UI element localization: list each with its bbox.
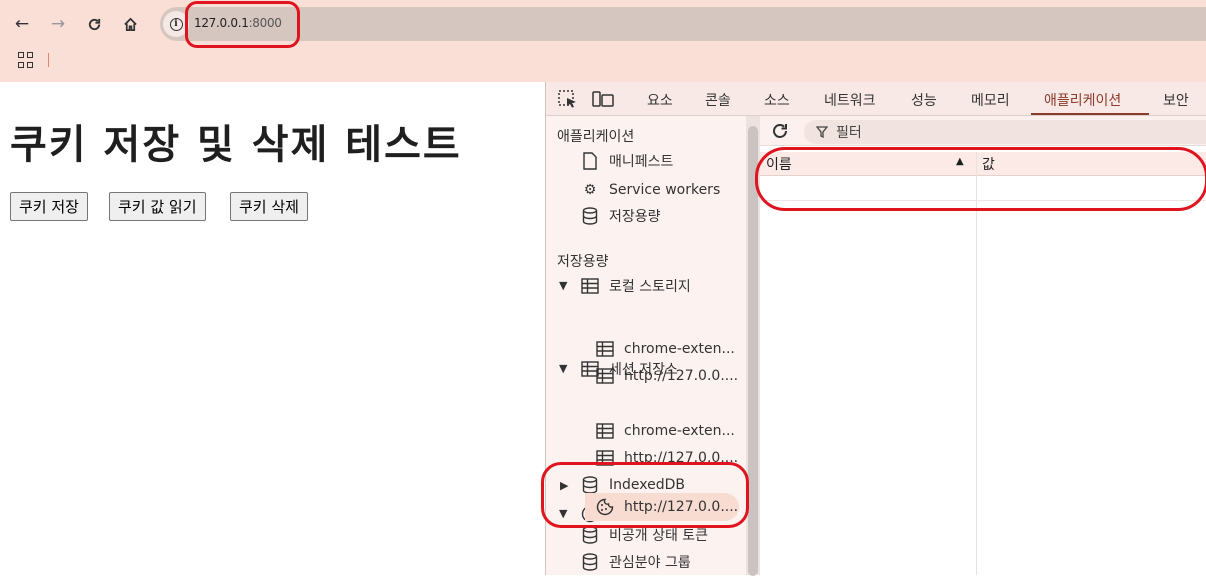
sidebar-item-local-storage[interactable]: 로컬 스토리지 <box>580 273 691 299</box>
sidebar-item-label: http://127.0.0.... <box>624 450 739 466</box>
database-icon <box>580 525 600 545</box>
sidebar-item-label: 저장용량 <box>609 209 661 225</box>
forward-arrow-icon[interactable]: → <box>46 12 70 36</box>
url-host: 127.0.0.1 <box>194 16 249 30</box>
section-header-application: 애플리케이션 <box>557 129 635 145</box>
bookmark-separator <box>48 53 49 67</box>
database-icon <box>580 206 600 226</box>
sidebar-item-storage[interactable]: 저장용량 <box>580 203 661 229</box>
column-divider[interactable] <box>976 152 977 575</box>
active-tab-indicator <box>1031 113 1149 115</box>
cookie-grid-header: 이름 ▲ 값 <box>760 152 1206 176</box>
home-icon[interactable] <box>118 12 142 36</box>
tab-network[interactable]: 네트워크 <box>824 90 876 110</box>
back-arrow-icon[interactable]: ← <box>10 12 34 36</box>
sidebar-item-label: 매니페스트 <box>609 154 674 170</box>
tab-application[interactable]: 애플리케이션 <box>1044 90 1121 110</box>
refresh-icon[interactable] <box>770 121 790 145</box>
sidebar-scrollbar[interactable] <box>746 116 760 576</box>
sidebar-item-session-chrome-ext[interactable]: chrome-exten... <box>595 418 735 444</box>
reload-icon[interactable] <box>82 12 106 36</box>
sidebar-item-label: chrome-exten... <box>624 341 735 357</box>
filter-input[interactable]: 필터 <box>804 120 1206 144</box>
delete-cookie-button[interactable]: 쿠키 삭제 <box>230 192 308 221</box>
address-bar[interactable] <box>160 7 1206 41</box>
page-title: 쿠키 저장 및 삭제 테스트 <box>10 122 462 168</box>
tab-sources[interactable]: 소스 <box>764 90 790 110</box>
sidebar-item-label: 비공개 상태 토큰 <box>609 528 709 544</box>
tab-security[interactable]: 보안 <box>1163 90 1189 110</box>
sidebar-item-session-localhost[interactable]: http://127.0.0.... <box>595 445 738 471</box>
tab-console[interactable]: 콘솔 <box>705 90 731 110</box>
tab-performance[interactable]: 성능 <box>911 90 937 110</box>
sidebar-item-private-state-tokens[interactable]: 비공개 상태 토큰 <box>580 522 708 548</box>
expand-arrow-icon[interactable]: ▼ <box>559 507 567 520</box>
sidebar-item-interest-groups[interactable]: 관심분야 그룹 <box>580 549 691 575</box>
table-icon <box>580 276 600 296</box>
gears-icon: ⚙ <box>583 182 597 198</box>
sidebar-item-label: IndexedDB <box>609 477 685 493</box>
inspect-element-icon[interactable] <box>558 90 578 108</box>
sidebar-item-cookie-localhost[interactable]: http://127.0.0.... <box>595 494 738 520</box>
url-port: :8000 <box>248 16 282 30</box>
empty-row <box>760 200 1206 201</box>
collapse-arrow-icon[interactable]: ▶ <box>560 479 568 492</box>
cookie-toolbar: 필터 <box>760 116 1206 146</box>
site-info-icon[interactable]: i <box>163 11 189 37</box>
device-toolbar-icon[interactable] <box>592 90 614 108</box>
save-cookie-button[interactable]: 쿠키 저장 <box>10 192 88 221</box>
apps-grid-icon[interactable] <box>18 52 34 68</box>
url-text[interactable]: 127.0.0.1:8000 <box>194 16 282 30</box>
page-content: 쿠키 저장 및 삭제 테스트 쿠키 저장 쿠키 값 읽기 쿠키 삭제 <box>0 82 545 575</box>
tab-memory[interactable]: 메모리 <box>971 90 1010 110</box>
section-header-storage: 저장용량 <box>557 254 609 270</box>
read-cookie-button[interactable]: 쿠키 값 읽기 <box>109 192 206 221</box>
sidebar-item-label: http://127.0.0.... <box>624 499 739 515</box>
cookie-icon <box>595 497 615 517</box>
table-icon <box>595 421 615 441</box>
devtools-panel: 요소 콘솔 소스 네트워크 성능 메모리 애플리케이션 보안 애플리케이션 매니… <box>545 82 1206 576</box>
expand-arrow-icon[interactable]: ▼ <box>559 362 567 375</box>
database-icon <box>580 475 600 495</box>
sidebar-item-manifest[interactable]: 매니페스트 <box>580 148 673 174</box>
column-header-value[interactable]: 값 <box>982 154 995 174</box>
devtools-tabbar: 요소 콘솔 소스 네트워크 성능 메모리 애플리케이션 보안 <box>546 82 1206 116</box>
column-header-name[interactable]: 이름 <box>766 154 792 174</box>
sidebar-item-label: 로컬 스토리지 <box>609 279 691 295</box>
filter-placeholder: 필터 <box>836 125 862 141</box>
file-icon <box>580 151 600 171</box>
scrollbar-thumb[interactable] <box>748 126 758 576</box>
sidebar-item-service-workers[interactable]: ⚙ Service workers <box>580 177 721 203</box>
browser-toolbar: ← → i 127.0.0.1:8000 <box>0 0 1206 82</box>
tab-elements[interactable]: 요소 <box>647 90 673 110</box>
sort-ascending-icon[interactable]: ▲ <box>956 156 964 167</box>
sidebar-item-session-storage[interactable]: 세션 저장소 <box>580 356 678 382</box>
sidebar-item-label: 관심분야 그룹 <box>609 555 691 571</box>
table-icon <box>580 359 600 379</box>
cookie-panel: 필터 이름 ▲ 값 <box>760 116 1206 575</box>
filter-icon <box>816 126 828 138</box>
sidebar-item-label: Service workers <box>609 182 721 198</box>
table-icon <box>595 448 615 468</box>
sidebar-item-label: 세션 저장소 <box>609 362 678 378</box>
sidebar-item-label: chrome-exten... <box>624 423 735 439</box>
expand-arrow-icon[interactable]: ▼ <box>559 279 567 292</box>
database-icon <box>580 552 600 572</box>
